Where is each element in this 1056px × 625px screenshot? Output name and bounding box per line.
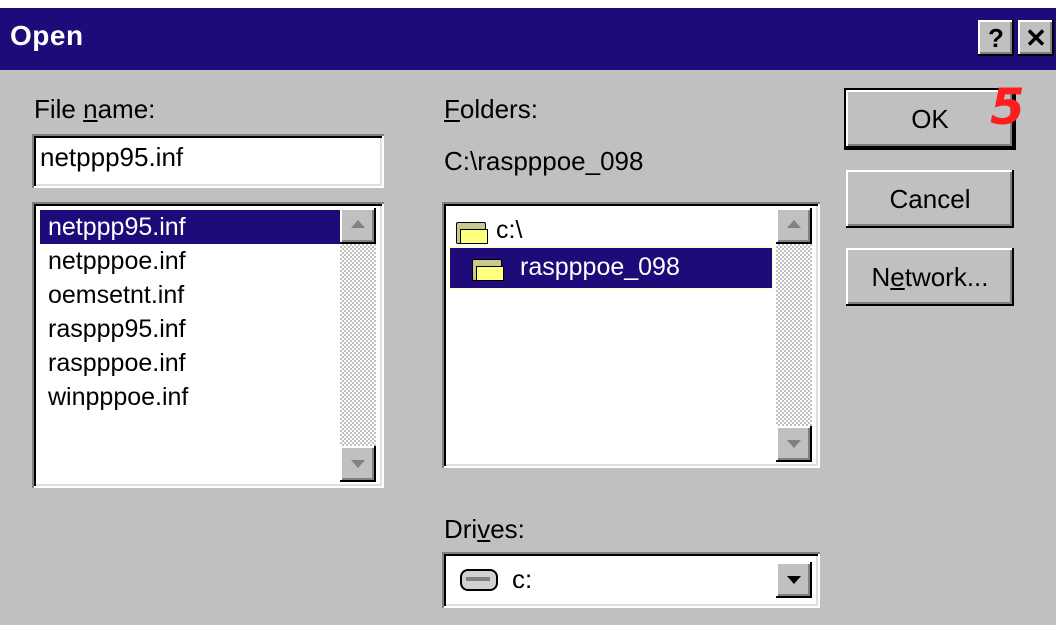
step-annotation: 5	[990, 78, 1025, 136]
file-list-item[interactable]: winpppoe.inf	[48, 380, 188, 414]
arrow-down-icon	[787, 440, 801, 448]
folder-item-selected[interactable]: raspppoe_098	[449, 247, 773, 289]
cancel-button[interactable]: Cancel	[846, 170, 1014, 228]
scroll-up-button[interactable]	[340, 208, 376, 244]
close-button[interactable]: ✕	[1018, 20, 1054, 56]
drives-select[interactable]: c:	[442, 552, 820, 608]
file-list-item[interactable]: raspppoe.inf	[48, 346, 186, 380]
file-name-label: File name:	[34, 94, 156, 124]
drives-dropdown-button[interactable]	[776, 562, 812, 598]
file-name-input[interactable]: netppp95.inf	[32, 134, 384, 188]
file-list-item[interactable]: oemsetnt.inf	[48, 278, 184, 312]
folder-item-label: c:\	[496, 216, 523, 244]
drive-icon	[460, 569, 498, 591]
drives-select-value: c:	[512, 564, 533, 594]
folder-tree-scrollbar[interactable]	[776, 208, 812, 462]
scroll-up-button[interactable]	[776, 208, 812, 244]
arrow-up-icon	[351, 220, 365, 228]
folders-label: Folders:	[444, 94, 538, 124]
open-dialog: Open ? ✕ File name: netppp95.inf netppp9…	[0, 8, 1056, 625]
scroll-down-button[interactable]	[340, 446, 376, 482]
network-button[interactable]: Network...	[846, 248, 1014, 306]
title-bar[interactable]: Open ? ✕	[0, 8, 1056, 70]
folder-icon	[456, 220, 488, 244]
current-folder-path: C:\raspppoe_098	[444, 146, 644, 176]
file-list[interactable]: netppp95.inf netpppoe.inf oemsetnt.inf r…	[32, 202, 384, 488]
file-list-item[interactable]: netppp95.inf	[40, 210, 344, 244]
chevron-down-icon	[787, 576, 801, 584]
help-button[interactable]: ?	[978, 20, 1014, 56]
file-list-item[interactable]: rasppp95.inf	[48, 312, 186, 346]
drives-label: Drives:	[444, 514, 525, 544]
folder-item-label: raspppoe_098	[520, 253, 680, 281]
file-name-input-value: netppp95.inf	[40, 142, 184, 172]
scroll-down-button[interactable]	[776, 426, 812, 462]
ok-button[interactable]: OK	[846, 90, 1014, 148]
folder-icon	[472, 257, 504, 281]
folder-tree[interactable]: c:\ raspppoe_098	[442, 202, 820, 468]
arrow-up-icon	[787, 220, 801, 228]
file-list-item[interactable]: netpppoe.inf	[48, 244, 186, 278]
file-list-scrollbar[interactable]	[340, 208, 376, 482]
arrow-down-icon	[351, 460, 365, 468]
window-title: Open	[10, 20, 84, 51]
